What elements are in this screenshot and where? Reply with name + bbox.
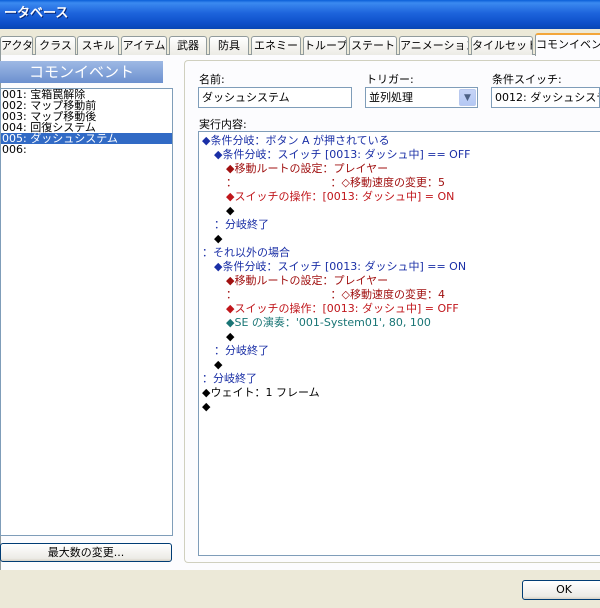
event-contents-list[interactable]: ◆条件分岐：ボタン A が押されている ◆条件分岐：スイッチ [0013: ダッシ… xyxy=(198,131,600,556)
event-command-line[interactable]: ◆ウェイト：1 フレーム xyxy=(199,386,600,400)
list-item[interactable]: 004: 回復システム xyxy=(1,122,172,133)
event-command-line[interactable]: ◆移動ルートの設定：プレイヤー xyxy=(199,162,600,176)
tab-12[interactable]: コモンイベント xyxy=(535,33,600,56)
list-item[interactable]: 006: xyxy=(1,144,172,155)
event-command-line[interactable]: ：分岐終了 xyxy=(199,372,600,386)
tab-strip: アクタークラススキルアイテム武器防具エネミートループステートアニメーションタイル… xyxy=(0,33,600,56)
tab-1[interactable]: アクター xyxy=(0,36,33,55)
event-command-line[interactable]: ：分岐終了 xyxy=(199,218,600,232)
trigger-value: 並列処理 xyxy=(369,91,413,104)
trigger-select[interactable]: 並列処理 ▼ xyxy=(365,87,478,108)
tab-11[interactable]: タイルセット xyxy=(471,36,533,55)
event-command-line[interactable]: ：分岐終了 xyxy=(199,344,600,358)
event-command-line[interactable]: ◆ xyxy=(199,232,600,246)
event-command-line[interactable]: ◆ xyxy=(199,330,600,344)
tab-10[interactable]: アニメーション xyxy=(399,36,469,55)
tab-9[interactable]: ステート xyxy=(349,36,397,55)
event-command-line[interactable]: ：それ以外の場合 xyxy=(199,246,600,260)
common-event-list[interactable]: 001: 宝箱罠解除 002: マップ移動前 003: マップ移動後 004: 回復シ… xyxy=(0,88,173,536)
name-label: 名前: xyxy=(199,73,225,86)
list-item[interactable]: 002: マップ移動前 xyxy=(1,100,172,111)
event-command-line[interactable]: ： ：◇移動速度の変更：5 xyxy=(199,176,600,190)
event-command-line[interactable]: ◆ xyxy=(199,400,600,414)
bottom-bar xyxy=(0,570,600,608)
event-command-line[interactable]: ◆移動ルートの設定：プレイヤー xyxy=(199,274,600,288)
event-command-line[interactable]: ◆スイッチの操作：[0013: ダッシュ中] = OFF xyxy=(199,302,600,316)
tab-8[interactable]: トループ xyxy=(303,36,347,55)
event-command-line[interactable]: ◆SE の演奏：'001-System01', 80, 100 xyxy=(199,316,600,330)
event-command-line[interactable]: ◆ xyxy=(199,204,600,218)
name-input[interactable]: ダッシュシステム xyxy=(198,87,352,108)
event-command-line[interactable]: ◆条件分岐：スイッチ [0013: ダッシュ中] == ON xyxy=(199,260,600,274)
condition-switch-field[interactable]: 0012: ダッシュシステム xyxy=(491,87,600,108)
window-title-bar[interactable]: ータベース xyxy=(0,0,600,29)
trigger-label: トリガー: xyxy=(366,73,414,86)
list-item[interactable]: 003: マップ移動後 xyxy=(1,111,172,122)
chevron-down-icon[interactable]: ▼ xyxy=(459,89,476,106)
tab-7[interactable]: エネミー xyxy=(251,36,301,55)
tab-6[interactable]: 防具 xyxy=(209,36,249,55)
ok-button[interactable]: OK xyxy=(522,580,600,600)
condition-switch-label: 条件スイッチ: xyxy=(492,73,562,86)
contents-label: 実行内容: xyxy=(199,118,247,131)
window-title: ータベース xyxy=(4,6,69,21)
list-header: コモンイベント xyxy=(0,61,163,83)
tab-3[interactable]: スキル xyxy=(77,36,119,55)
tab-4[interactable]: アイテム xyxy=(121,36,167,55)
list-item[interactable]: 001: 宝箱罠解除 xyxy=(1,89,172,100)
event-command-line[interactable]: ◆ xyxy=(199,358,600,372)
tab-2[interactable]: クラス xyxy=(35,36,76,55)
list-item[interactable]: 005: ダッシュシステム xyxy=(1,133,172,144)
event-command-line[interactable]: ◆条件分岐：スイッチ [0013: ダッシュ中] == OFF xyxy=(199,148,600,162)
event-command-line[interactable]: ◆スイッチの操作：[0013: ダッシュ中] = ON xyxy=(199,190,600,204)
event-command-line[interactable]: ： ：◇移動速度の変更：4 xyxy=(199,288,600,302)
change-max-button[interactable]: 最大数の変更... xyxy=(0,543,172,562)
event-command-line[interactable]: ◆条件分岐：ボタン A が押されている xyxy=(199,134,600,148)
tab-5[interactable]: 武器 xyxy=(169,36,207,55)
